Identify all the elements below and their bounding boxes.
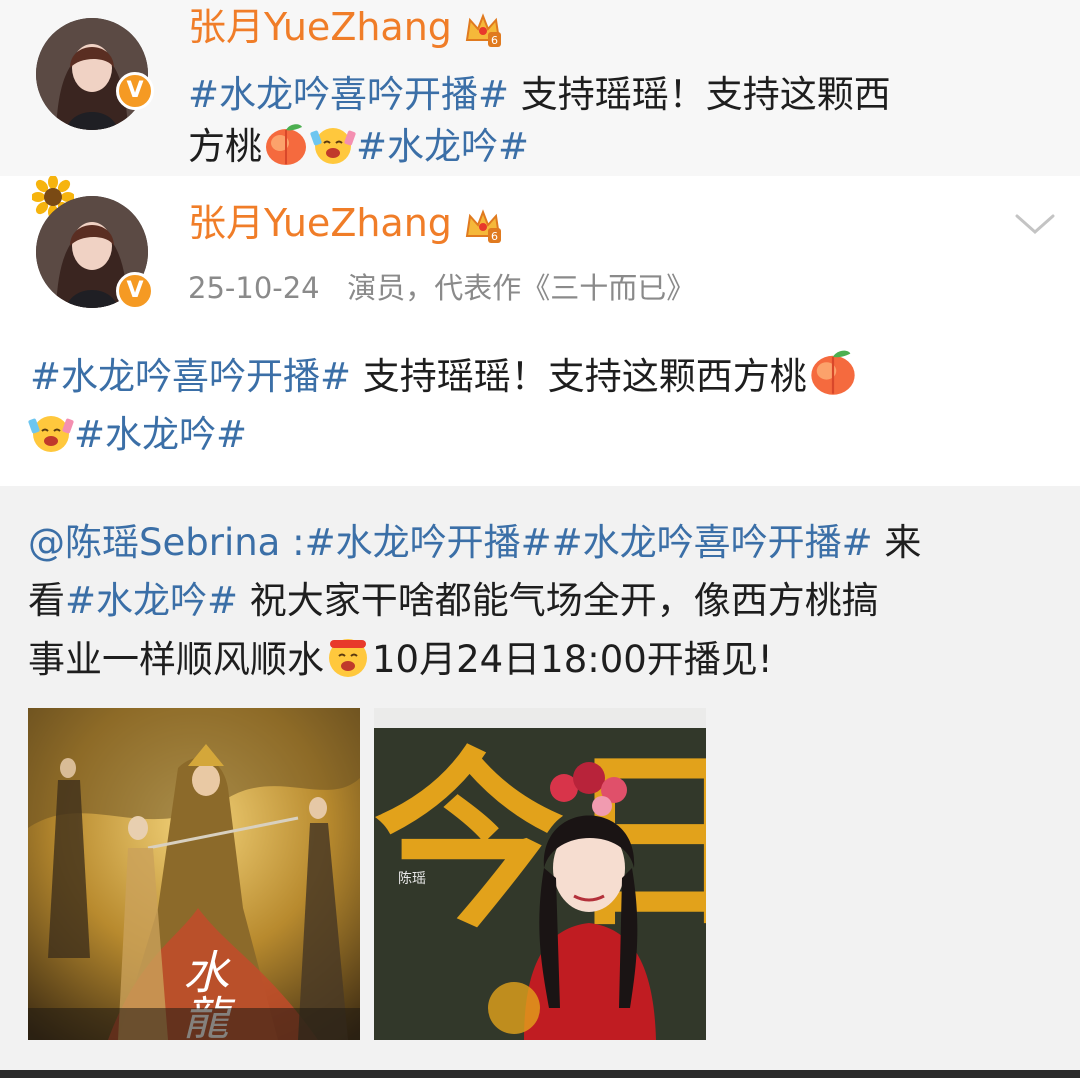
mention-colon: : <box>280 521 305 564</box>
comment-username-text[interactable]: 张月YueZhang <box>188 5 452 49</box>
vip-crown-icon: 6 <box>465 12 502 47</box>
hashtag-link[interactable]: #水龙吟# <box>74 413 247 456</box>
repost-text: 来 <box>872 521 922 564</box>
bottom-edge <box>0 1070 1080 1078</box>
repost-text: 事业一样顺风顺水 <box>28 638 324 681</box>
post-text-line-1: #水龙吟喜吟开播# 支持瑶瑶！支持这颗西方桃 <box>30 347 859 404</box>
comment-text: 支持瑶瑶！支持这颗西 <box>509 73 891 116</box>
peach-emoji-icon <box>266 124 306 165</box>
comment-card: V 张月YueZhang 6 #水龙吟喜吟开播# 支持瑶瑶！支持这颗西 方桃 #… <box>0 0 1080 176</box>
post-author-bio: 演员，代表作《三十而已》 <box>347 271 696 305</box>
hashtag-link[interactable]: #水龙吟喜吟开播# <box>552 521 873 564</box>
comment-text: 方桃 <box>188 125 262 168</box>
hashtag-link[interactable]: #水龙吟开播# <box>305 521 552 564</box>
verified-v-icon: V <box>116 272 154 310</box>
poster-image-2[interactable]: 今日 陈瑶 <box>374 708 706 1040</box>
repost-text-line-2: 看#水龙吟# 祝大家干啥都能气场全开，像西方桃搞 <box>28 574 879 628</box>
comment-text-line-1: #水龙吟喜吟开播# 支持瑶瑶！支持这颗西 <box>188 68 891 122</box>
peach-emoji-icon <box>811 350 855 395</box>
hashtag-link[interactable]: #水龙吟# <box>65 579 238 622</box>
vip-crown-icon: 6 <box>465 208 502 243</box>
repost-text-line-3: 事业一样顺风顺水 10月24日18:00开播见! <box>28 632 773 687</box>
verified-v-icon: V <box>116 72 154 110</box>
cheering-face-emoji-icon <box>28 416 74 452</box>
comment-username[interactable]: 张月YueZhang 6 <box>188 4 502 50</box>
cheering-face-emoji-icon <box>310 128 356 164</box>
hashtag-link[interactable]: #水龙吟喜吟开播# <box>30 355 351 398</box>
reposted-content[interactable]: @陈瑶Sebrina :#水龙吟开播##水龙吟喜吟开播# 来 看#水龙吟# 祝大… <box>0 486 1080 1078</box>
hashtag-link[interactable]: #水龙吟# <box>356 125 529 168</box>
cheering-face-emoji-icon <box>329 639 367 677</box>
repost-text: 10月24日18:00开播见! <box>372 638 773 681</box>
poster-actor-name: 陈瑶 <box>398 870 426 887</box>
comment-text-line-2: 方桃 #水龙吟# <box>188 120 529 174</box>
post-timestamp: 25-10-24 <box>188 271 320 305</box>
post-username-text[interactable]: 张月YueZhang <box>188 201 452 245</box>
post-text-line-2: #水龙吟# <box>28 408 247 462</box>
post-username[interactable]: 张月YueZhang 6 <box>188 200 502 246</box>
repost-text-line-1: @陈瑶Sebrina :#水龙吟开播##水龙吟喜吟开播# 来 <box>28 516 921 570</box>
mention-link[interactable]: @陈瑶Sebrina <box>28 521 280 564</box>
svg-text:6: 6 <box>491 230 498 243</box>
chevron-down-icon[interactable] <box>1014 212 1056 236</box>
repost-text: 祝大家干啥都能气场全开，像西方桃搞 <box>238 579 879 622</box>
repost-text: 看 <box>28 579 65 622</box>
post-card: V 张月YueZhang 6 25-10-24 演员，代表作《三十而已》 #水龙… <box>0 176 1080 486</box>
post-meta: 25-10-24 演员，代表作《三十而已》 <box>188 268 695 308</box>
post-text: 支持瑶瑶！支持这颗西方桃 <box>351 355 807 398</box>
hashtag-link[interactable]: #水龙吟喜吟开播# <box>188 73 509 116</box>
poster-image-1[interactable]: 水龍吟 <box>28 708 360 1040</box>
svg-text:6: 6 <box>491 34 498 47</box>
